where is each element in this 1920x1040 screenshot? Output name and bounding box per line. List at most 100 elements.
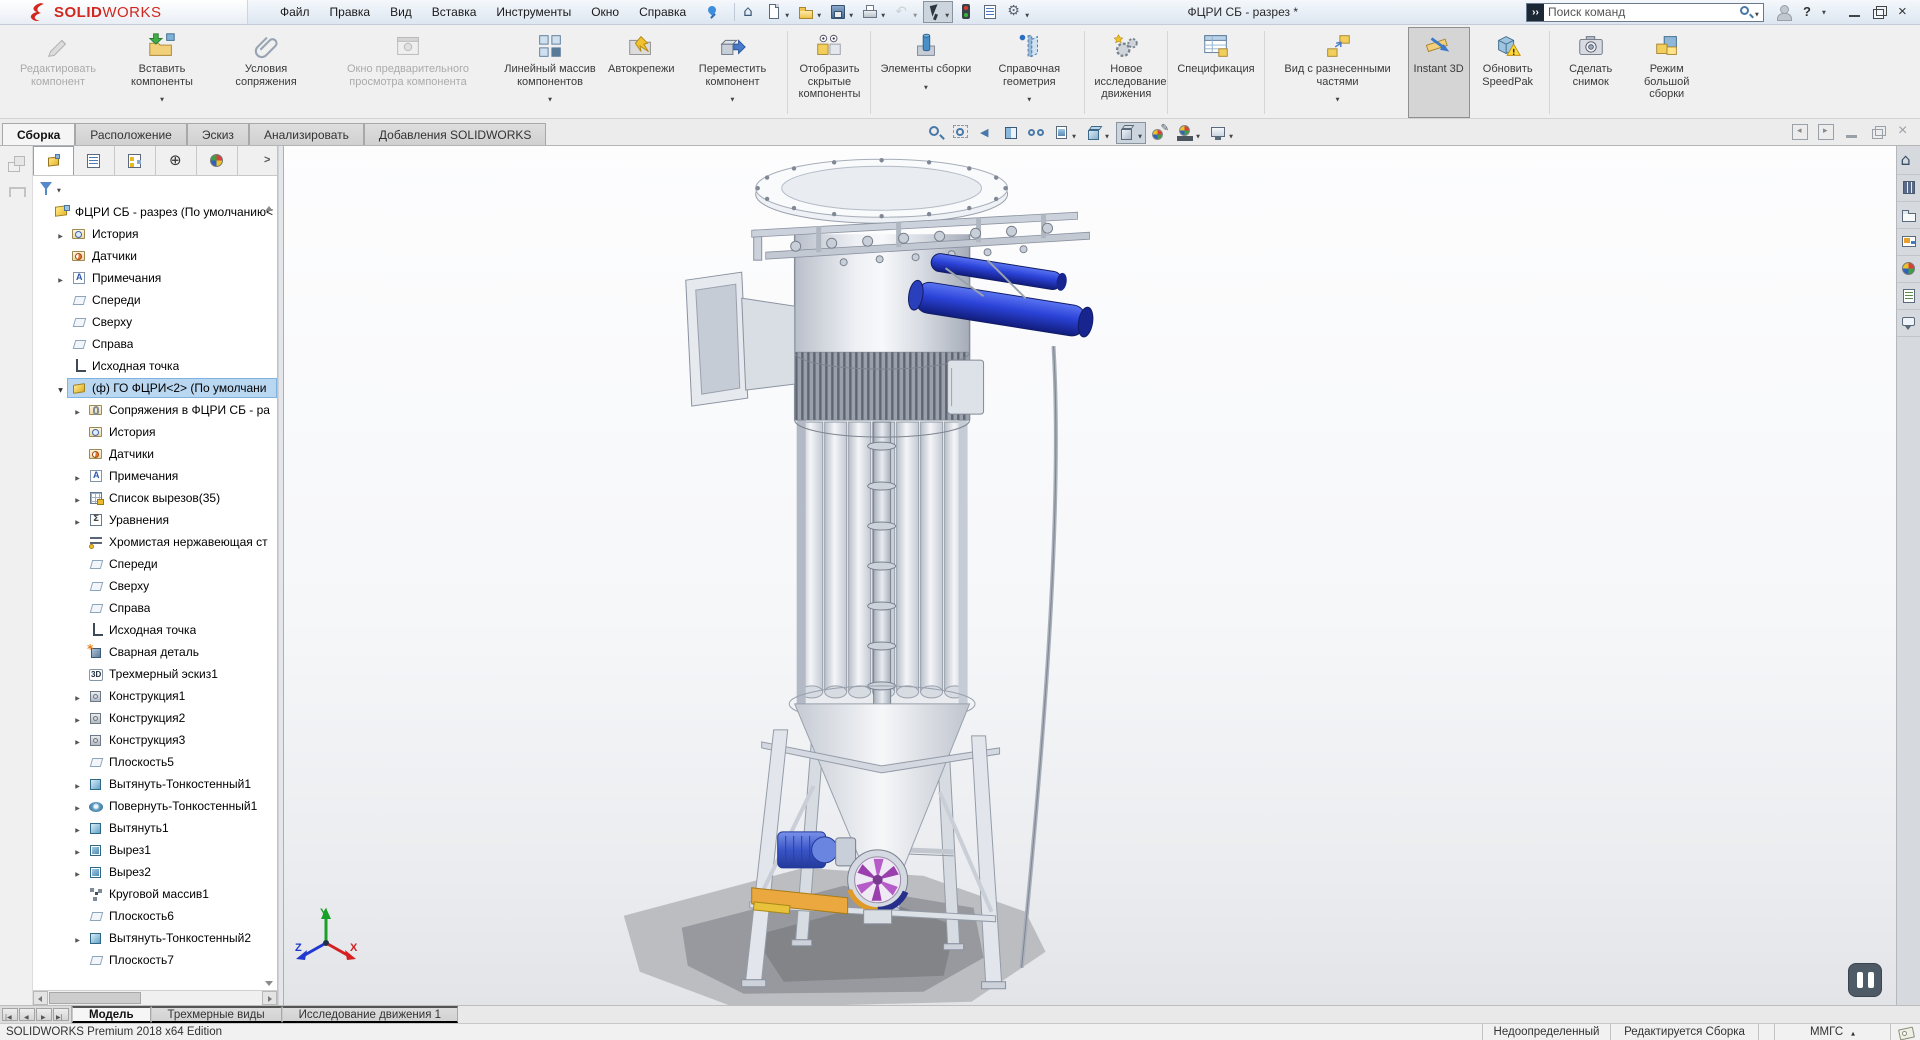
study-tab-1[interactable]: Трехмерные виды <box>151 1006 282 1023</box>
tree-item[interactable]: (ф) ГО ФЦРИ<2> (По умолчани <box>33 377 277 399</box>
units-selector[interactable]: ММГС <box>1774 1024 1890 1040</box>
select-cursor-button[interactable] <box>923 1 953 23</box>
ribbon-mate-button[interactable]: Условия сопряжения <box>214 27 318 118</box>
expand-arrow-icon[interactable] <box>71 777 84 791</box>
panel-expand-button[interactable] <box>257 146 277 175</box>
search-dropdown-icon[interactable] <box>1755 5 1763 19</box>
expand-arrow-icon[interactable] <box>54 381 67 395</box>
search-magnifier-icon[interactable] <box>1737 3 1755 21</box>
menu-item-1[interactable]: Правка <box>320 1 381 23</box>
tree-item[interactable]: Конструкция2 <box>33 707 277 729</box>
apply-scene-ball-button[interactable] <box>1174 122 1204 144</box>
ribbon-show-hidden-components-button[interactable]: Отобразить скрытые компоненты <box>791 27 867 118</box>
rebuild-button[interactable] <box>955 1 977 23</box>
command-search[interactable] <box>1526 3 1764 22</box>
expand-arrow-icon[interactable] <box>71 821 84 835</box>
menu-item-4[interactable]: Инструменты <box>486 1 581 23</box>
edit-appearance-button[interactable] <box>1149 122 1171 144</box>
tree-item[interactable]: Плоскость7 <box>33 949 277 971</box>
close-doc-icon[interactable] <box>1896 124 1912 140</box>
zoom-area-button[interactable] <box>950 122 972 144</box>
menu-item-2[interactable]: Вид <box>380 1 422 23</box>
restore-doc-icon[interactable] <box>1870 124 1886 140</box>
ribbon-assembly-features-button[interactable]: Элементы сборки <box>874 27 977 118</box>
custom-properties-button[interactable] <box>1897 283 1920 310</box>
tree-item[interactable]: Вытянуть1 <box>33 817 277 839</box>
expand-arrow-icon[interactable] <box>71 711 84 725</box>
expand-arrow-icon[interactable] <box>71 931 84 945</box>
home-button[interactable] <box>739 1 761 23</box>
ribbon-exploded-view-button[interactable]: Вид с разнесенными частями <box>1268 27 1408 118</box>
save-button[interactable] <box>827 1 857 23</box>
filter-dropdown-icon[interactable] <box>57 179 65 197</box>
dimxpertmanager-tab[interactable] <box>156 146 197 175</box>
ribbon-component-preview-window-button[interactable]: Окно предварительного просмотра компонен… <box>318 27 498 118</box>
view-settings-button[interactable] <box>1207 122 1237 144</box>
tree-item[interactable]: Повернуть-Тонкостенный1 <box>33 795 277 817</box>
next-page-button[interactable] <box>36 1008 52 1021</box>
study-tab-2[interactable]: Исследование движения 1 <box>282 1006 458 1023</box>
tree-item[interactable]: Датчики <box>33 245 277 267</box>
first-page-button[interactable] <box>2 1008 18 1021</box>
view-palette-button[interactable] <box>1897 229 1920 256</box>
scroll-left-icon[interactable] <box>33 991 48 1005</box>
ribbon-large-assembly-mode-button[interactable]: Режим большой сборки <box>1629 27 1705 118</box>
previous-view-button[interactable] <box>975 122 997 144</box>
tree-item[interactable]: Круговой массив1 <box>33 883 277 905</box>
search-scope-icon[interactable] <box>1527 4 1544 21</box>
expand-arrow-icon[interactable] <box>71 469 84 483</box>
tree-item[interactable]: Хромистая нержавеющая ст <box>33 531 277 553</box>
settings-gear-button[interactable] <box>1003 1 1033 23</box>
command-tab-3[interactable]: Анализировать <box>249 123 364 145</box>
user-account-icon[interactable] <box>1774 3 1792 21</box>
tree-item[interactable]: Конструкция3 <box>33 729 277 751</box>
ribbon-edit-component-button[interactable]: Редактировать компонент <box>6 27 110 118</box>
tree-item[interactable]: Спереди <box>33 553 277 575</box>
expand-arrow-icon[interactable] <box>71 843 84 857</box>
tree-scroll-down-icon[interactable] <box>265 981 273 986</box>
ribbon-reference-geometry-button[interactable]: Справочная геометрия <box>977 27 1081 118</box>
command-tab-2[interactable]: Эскиз <box>187 123 249 145</box>
expand-arrow-icon[interactable] <box>71 865 84 879</box>
tag-cell[interactable] <box>1890 1024 1920 1040</box>
menu-item-5[interactable]: Окно <box>581 1 629 23</box>
tree-item[interactable]: Исходная точка <box>33 619 277 641</box>
options-list-button[interactable] <box>979 1 1001 23</box>
ribbon-new-motion-study-button[interactable]: Новое исследование движения <box>1088 27 1164 118</box>
expand-arrow-icon[interactable] <box>54 227 67 241</box>
minimize-button[interactable] <box>1846 3 1864 21</box>
last-page-button[interactable] <box>53 1008 69 1021</box>
tree-item[interactable]: История <box>33 223 277 245</box>
new-document-button[interactable] <box>763 1 793 23</box>
ribbon-insert-components-button[interactable]: Вставить компоненты <box>110 27 214 118</box>
ribbon-update-speedpak-button[interactable]: Обновить SpeedPak <box>1470 27 1546 118</box>
ribbon-instant3d-button[interactable]: Instant 3D <box>1408 27 1470 118</box>
menu-item-6[interactable]: Справка <box>629 1 696 23</box>
collapse-left-icon[interactable] <box>1792 124 1808 140</box>
command-tab-0[interactable]: Сборка <box>2 123 75 145</box>
prev-page-button[interactable] <box>19 1008 35 1021</box>
view-orientation-button[interactable] <box>1083 122 1113 144</box>
help-dropdown-icon[interactable] <box>1822 3 1840 21</box>
propertymanager-tab[interactable] <box>74 146 115 175</box>
filter-icon[interactable] <box>38 179 56 197</box>
tree-scroll-up-icon[interactable] <box>265 206 273 211</box>
expand-arrow-icon[interactable] <box>71 689 84 703</box>
open-button[interactable] <box>795 1 825 23</box>
print-button[interactable] <box>859 1 889 23</box>
minimize-doc-icon[interactable] <box>1844 124 1860 140</box>
tree-item[interactable]: ФЦРИ СБ - разрез (По умолчанию< <box>33 201 277 223</box>
tree-item[interactable]: Вырез2 <box>33 861 277 883</box>
tree-item[interactable]: Сварная деталь <box>33 641 277 663</box>
ribbon-smart-fasteners-button[interactable]: Автокрепежи <box>602 27 680 118</box>
expand-arrow-icon[interactable] <box>71 491 84 505</box>
tree-item[interactable]: Трехмерный эскиз1 <box>33 663 277 685</box>
tree-item[interactable]: Вырез1 <box>33 839 277 861</box>
tree-item[interactable]: Справа <box>33 333 277 355</box>
configurationmanager-tab[interactable] <box>115 146 156 175</box>
tree-item[interactable]: Сверху <box>33 575 277 597</box>
collapse-right-icon[interactable] <box>1818 124 1834 140</box>
expand-arrow-icon[interactable] <box>71 513 84 527</box>
scroll-right-icon[interactable] <box>262 991 277 1005</box>
pause-button[interactable] <box>1848 963 1882 997</box>
